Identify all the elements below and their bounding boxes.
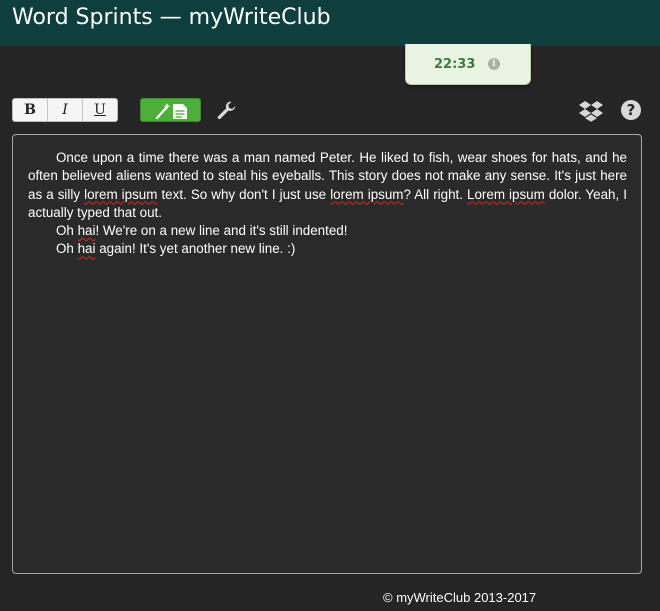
dropbox-icon[interactable] bbox=[578, 100, 604, 126]
misspelled-word: lorem ipsum bbox=[330, 186, 404, 202]
wrench-icon[interactable] bbox=[216, 100, 236, 124]
misspelled-word: Lorem ipsum bbox=[467, 186, 545, 202]
editor-paragraph: Oh hai! We're on a new line and it's sti… bbox=[28, 222, 627, 240]
text-run: ? All right. bbox=[403, 186, 468, 202]
text-run: Oh bbox=[56, 241, 78, 257]
text-run: text. So why don't I just use bbox=[157, 186, 331, 202]
wand-document-button[interactable] bbox=[140, 98, 201, 122]
timer-value: 22:33 bbox=[434, 57, 476, 72]
underline-button[interactable]: U bbox=[83, 99, 117, 121]
misspelled-word: lorem ipsum bbox=[84, 186, 158, 202]
text-run: Oh bbox=[56, 223, 78, 239]
editor-paragraph: Once upon a time there was a man named P… bbox=[28, 149, 627, 222]
app-header: Word Sprints — myWriteClub bbox=[0, 0, 660, 46]
sprint-timer: 22:33 i bbox=[405, 44, 531, 85]
text-run: again! It's yet another new line. :) bbox=[95, 241, 296, 257]
wand-document-icon bbox=[155, 103, 187, 120]
bold-button[interactable]: B bbox=[13, 99, 48, 121]
italic-button[interactable]: I bbox=[48, 99, 83, 121]
text-run: ! We're on a new line and it's still ind… bbox=[95, 223, 348, 239]
format-button-group: B I U bbox=[12, 98, 118, 122]
footer-copyright: © myWriteClub 2013-2017 bbox=[383, 590, 537, 605]
misspelled-word: hai bbox=[77, 241, 96, 257]
editor-paragraph: Oh hai again! It's yet another new line.… bbox=[28, 240, 627, 258]
misspelled-word: hai bbox=[77, 223, 96, 239]
help-button[interactable]: ? bbox=[621, 100, 641, 120]
writing-editor[interactable]: Once upon a time there was a man named P… bbox=[12, 134, 642, 574]
info-icon[interactable]: i bbox=[488, 58, 500, 70]
page-title: Word Sprints — myWriteClub bbox=[12, 5, 331, 30]
